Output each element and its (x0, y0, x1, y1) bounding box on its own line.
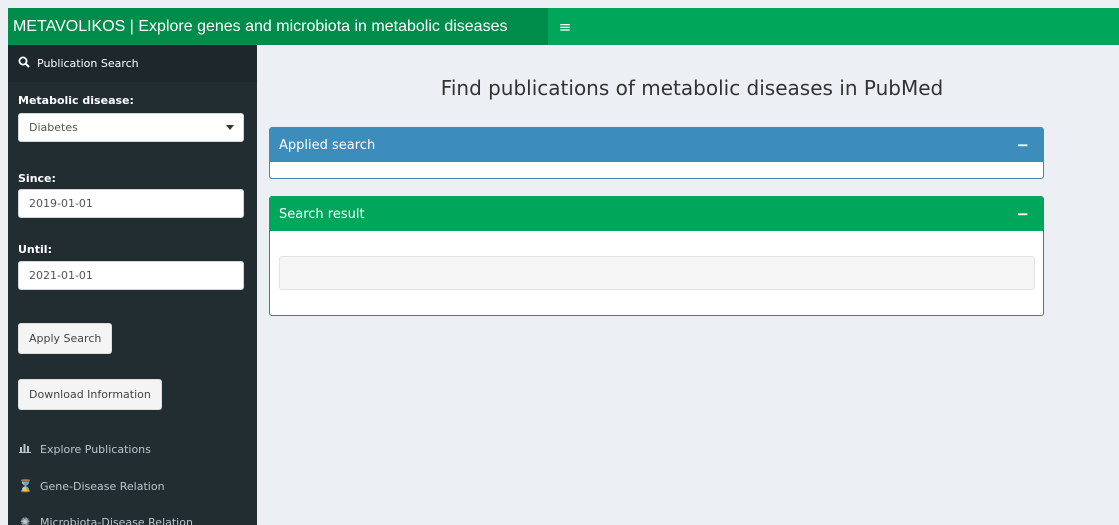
download-information-button[interactable]: Download Information (18, 379, 162, 410)
sidebar-item-microbiota-disease[interactable]: ✺ Microbiota-Disease Relation (18, 515, 193, 525)
top-navbar: METAVOLIKOS | Explore genes and microbio… (8, 8, 1119, 45)
page-title: Find publications of metabolic diseases … (440, 76, 944, 100)
disease-label: Metabolic disease: (18, 94, 134, 107)
collapse-button[interactable]: − (1016, 136, 1029, 154)
sidebar-toggle-button[interactable]: ≡ (554, 18, 576, 36)
microbe-icon: ✺ (19, 515, 31, 525)
hourglass-icon: ⌛ (18, 479, 33, 493)
until-label: Until: (18, 243, 52, 256)
applied-search-title: Applied search (279, 137, 376, 153)
sidebar-item-label: Gene-Disease Relation (40, 479, 165, 493)
search-result-panel: Search result − (269, 196, 1044, 316)
bar-chart-icon (18, 442, 32, 456)
sidebar-item-explore-publications[interactable]: Explore Publications (18, 442, 151, 456)
since-label: Since: (18, 172, 56, 185)
collapse-button[interactable]: − (1016, 205, 1029, 223)
apply-search-button[interactable]: Apply Search (18, 323, 113, 354)
since-date-value: 2019-01-01 (29, 197, 93, 210)
search-icon (18, 56, 30, 71)
sidebar-item-gene-disease[interactable]: ⌛ Gene-Disease Relation (18, 479, 165, 493)
app-title: METAVOLIKOS | Explore genes and microbio… (8, 8, 548, 45)
sidebar: Publication Search Metabolic disease: Di… (8, 45, 257, 525)
search-result-header: Search result − (270, 197, 1043, 231)
disease-select-value: Diabetes (29, 121, 78, 134)
search-result-title: Search result (279, 206, 365, 222)
search-result-output (279, 256, 1035, 290)
until-date-input[interactable]: 2021-01-01 (18, 261, 244, 290)
sidebar-item-publication-search[interactable]: Publication Search (8, 45, 257, 82)
sidebar-item-label: Microbiota-Disease Relation (40, 515, 193, 525)
disease-select[interactable]: Diabetes (18, 113, 244, 142)
sidebar-item-label: Publication Search (37, 57, 139, 70)
hamburger-icon: ≡ (558, 17, 572, 36)
since-date-input[interactable]: 2019-01-01 (18, 189, 244, 218)
applied-search-panel: Applied search − (269, 127, 1044, 179)
sidebar-item-label: Explore Publications (40, 442, 151, 456)
caret-down-icon (226, 125, 234, 130)
applied-search-header: Applied search − (270, 128, 1043, 162)
until-date-value: 2021-01-01 (29, 269, 93, 282)
